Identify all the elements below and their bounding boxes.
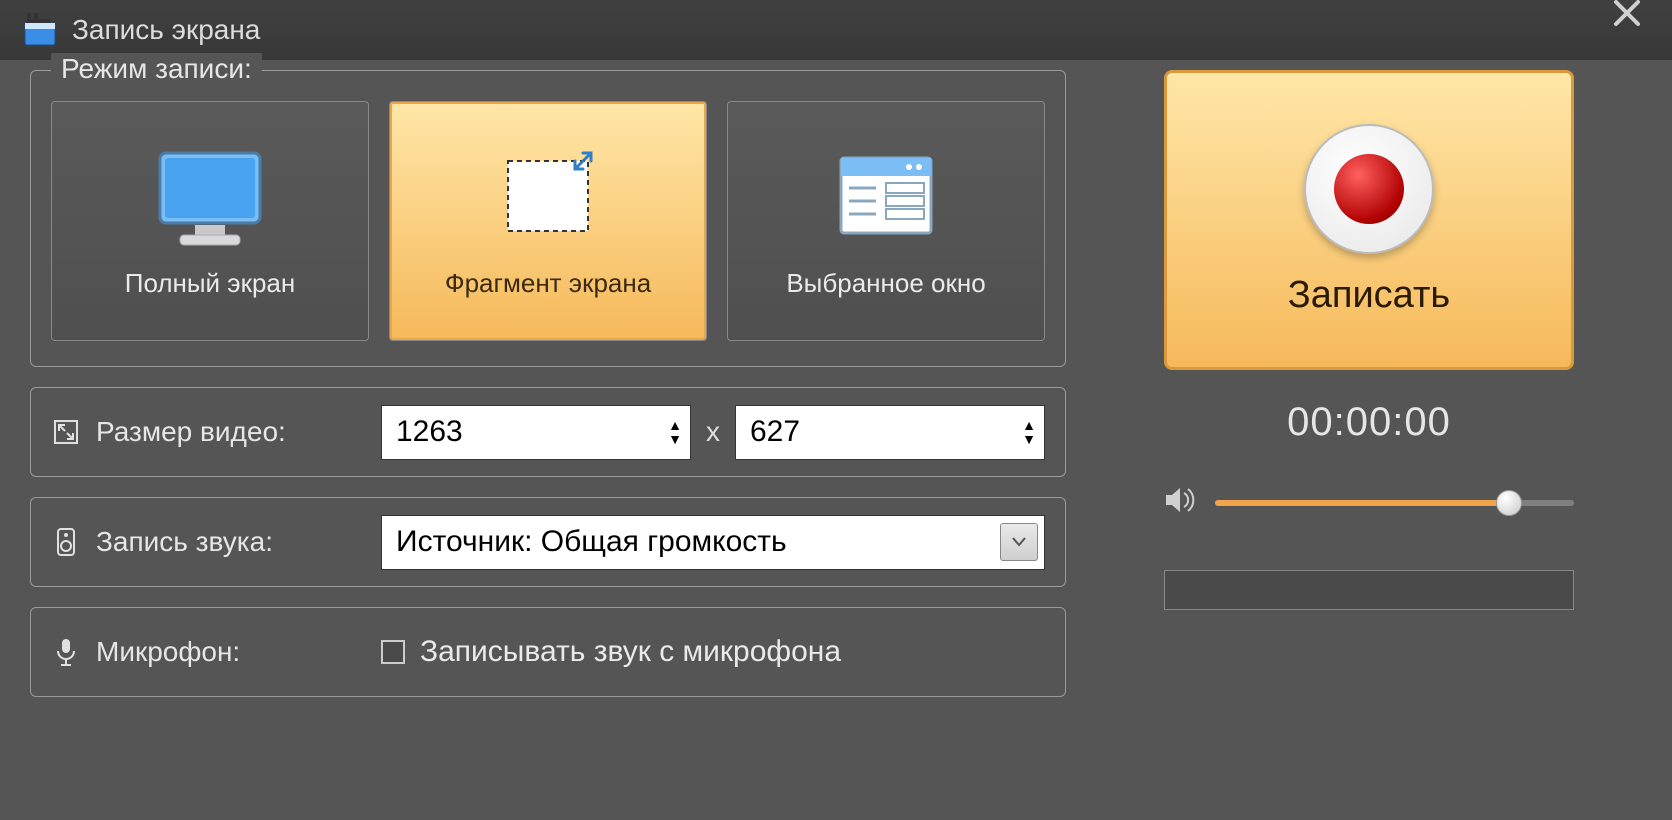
selection-icon bbox=[483, 143, 613, 253]
right-column: Записать 00:00:00 bbox=[1096, 70, 1642, 790]
record-button[interactable]: Записать bbox=[1164, 70, 1574, 370]
close-button[interactable] bbox=[1602, 0, 1652, 38]
record-icon bbox=[1304, 124, 1434, 254]
mode-fullscreen-label: Полный экран bbox=[125, 268, 295, 299]
timer-display: 00:00:00 bbox=[1287, 400, 1451, 445]
size-separator: x bbox=[706, 416, 720, 448]
video-size-label: Размер видео: bbox=[96, 416, 366, 448]
height-spinner[interactable]: ▲▼ bbox=[1022, 418, 1036, 446]
content-area: Режим записи: Полный экран bbox=[0, 60, 1672, 820]
microphone-label: Микрофон: bbox=[96, 636, 366, 668]
volume-slider[interactable] bbox=[1215, 500, 1574, 506]
window-title: Запись экрана bbox=[72, 14, 1602, 46]
mode-window-button[interactable]: Выбранное окно bbox=[727, 101, 1045, 341]
volume-icon bbox=[1164, 485, 1200, 520]
record-button-label: Записать bbox=[1288, 274, 1450, 317]
microphone-checkbox-label: Записывать звук с микрофона bbox=[420, 635, 841, 669]
mode-fullscreen-button[interactable]: Полный экран bbox=[51, 101, 369, 341]
audio-source-row: Запись звука: Источник: Общая громкость bbox=[30, 497, 1066, 587]
window-icon bbox=[821, 143, 951, 253]
width-input[interactable]: ▲▼ bbox=[381, 405, 691, 460]
mode-fragment-button[interactable]: Фрагмент экрана bbox=[389, 101, 707, 341]
width-field[interactable] bbox=[396, 415, 668, 449]
speaker-icon bbox=[51, 527, 81, 557]
height-input[interactable]: ▲▼ bbox=[735, 405, 1045, 460]
mic-level-meter bbox=[1164, 570, 1574, 610]
resize-icon bbox=[51, 417, 81, 447]
record-mode-legend: Режим записи: bbox=[51, 53, 262, 85]
record-mode-group: Режим записи: Полный экран bbox=[30, 70, 1066, 367]
audio-source-dropdown-button[interactable] bbox=[1000, 523, 1038, 561]
microphone-checkbox[interactable] bbox=[381, 640, 405, 664]
audio-source-value: Источник: Общая громкость bbox=[396, 525, 990, 559]
audio-source-combo[interactable]: Источник: Общая громкость bbox=[381, 515, 1045, 570]
video-size-row: Размер видео: ▲▼ x ▲▼ bbox=[30, 387, 1066, 477]
mode-window-label: Выбранное окно bbox=[786, 268, 985, 299]
app-icon bbox=[20, 10, 60, 50]
audio-record-label: Запись звука: bbox=[96, 526, 366, 558]
monitor-icon bbox=[145, 143, 275, 253]
volume-thumb[interactable] bbox=[1496, 490, 1522, 516]
mode-fragment-label: Фрагмент экрана bbox=[445, 268, 651, 299]
left-column: Режим записи: Полный экран bbox=[30, 70, 1066, 790]
width-spinner[interactable]: ▲▼ bbox=[668, 418, 682, 446]
microphone-icon bbox=[51, 637, 81, 667]
volume-fill bbox=[1215, 500, 1509, 506]
volume-control bbox=[1164, 485, 1574, 520]
microphone-row: Микрофон: Записывать звук с микрофона bbox=[30, 607, 1066, 697]
height-field[interactable] bbox=[750, 415, 1022, 449]
screen-recorder-window: Запись экрана Режим записи: bbox=[0, 0, 1672, 820]
titlebar: Запись экрана bbox=[0, 0, 1672, 60]
record-mode-buttons: Полный экран Фрагмент экрана bbox=[51, 101, 1045, 341]
